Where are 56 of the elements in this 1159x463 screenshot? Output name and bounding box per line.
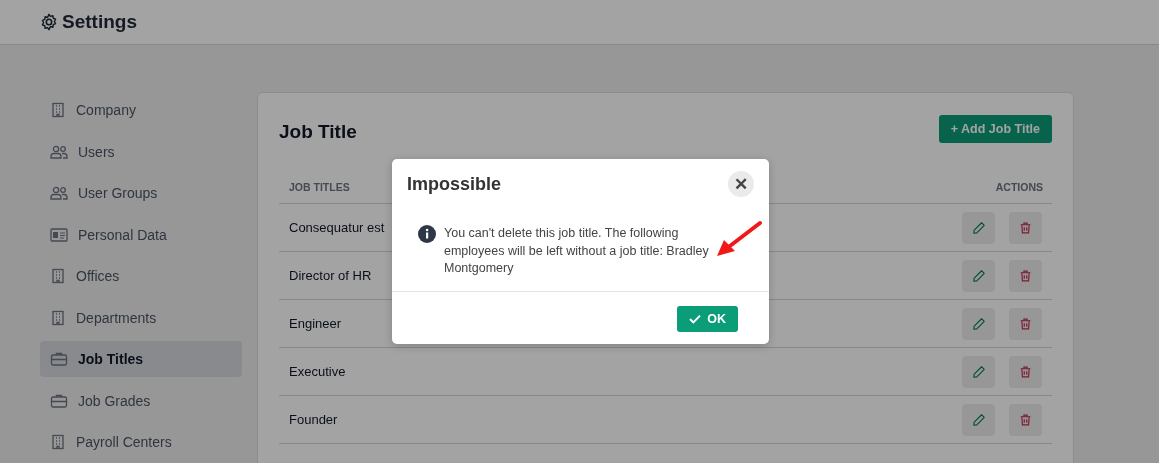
close-button[interactable]: ✕ [728, 171, 754, 197]
briefcase-icon [50, 351, 68, 367]
dialog-title: Impossible [407, 173, 502, 195]
trash-icon [1019, 412, 1032, 427]
delete-button[interactable] [1009, 259, 1042, 292]
delete-button[interactable] [1009, 307, 1042, 340]
building-icon [50, 102, 66, 118]
sidebar-item[interactable]: Payroll Centers [40, 424, 242, 460]
ok-button[interactable]: OK [677, 305, 738, 332]
trash-icon [1019, 316, 1032, 331]
sidebar-item[interactable]: Offices [40, 258, 242, 294]
users-icon [50, 185, 68, 201]
delete-button[interactable] [1009, 355, 1042, 388]
trash-icon [1019, 268, 1032, 283]
arrow-drawing [714, 219, 764, 259]
table-cell: Executive [289, 364, 346, 379]
delete-button[interactable] [1009, 211, 1042, 244]
dialog-message: You can't delete this job title. The following employees will be left without a job title: Bradley Montgomery [444, 225, 710, 277]
sidebar-item[interactable]: User Groups [40, 175, 242, 211]
add-job-title-button[interactable]: + Add Job Title [938, 115, 1052, 143]
sidebar-item[interactable]: Departments [40, 299, 242, 336]
column-header: ACTIONS [995, 181, 1043, 193]
edit-button[interactable] [962, 211, 995, 244]
id-card-icon [50, 227, 68, 242]
building-icon [50, 268, 66, 284]
edit-button[interactable] [962, 403, 995, 436]
card-title: Job Title [279, 121, 357, 143]
delete-button[interactable] [1009, 403, 1042, 436]
sidebar-item[interactable]: Users [40, 133, 242, 170]
sidebar-item[interactable]: Job Grades [40, 382, 242, 419]
edit-button[interactable] [962, 259, 995, 292]
table-cell: Founder [289, 412, 338, 427]
table-cell: Engineer [289, 316, 342, 331]
pencil-icon [971, 316, 986, 331]
edit-button[interactable] [962, 355, 995, 388]
info-icon [418, 225, 436, 243]
sidebar-item[interactable]: Job Titles [40, 341, 242, 377]
settings-icon [40, 13, 58, 31]
pencil-icon [971, 268, 986, 283]
pencil-icon [971, 412, 986, 427]
column-header: JOB TITLES [289, 181, 350, 193]
pencil-icon [971, 220, 986, 235]
sidebar-item[interactable]: Personal Data [40, 216, 242, 253]
check-icon [689, 313, 702, 324]
trash-icon [1019, 364, 1032, 379]
sidebar-item[interactable]: Company [40, 92, 242, 128]
page-title: Settings [62, 11, 137, 33]
users-icon [50, 143, 68, 160]
building-icon [50, 309, 66, 326]
table-cell: Consequatur est [289, 220, 385, 235]
building-icon [50, 434, 66, 450]
edit-button[interactable] [962, 307, 995, 340]
pencil-icon [971, 364, 986, 379]
briefcase-icon [50, 392, 68, 409]
trash-icon [1019, 220, 1032, 235]
table-cell: Director of HR [289, 268, 372, 283]
